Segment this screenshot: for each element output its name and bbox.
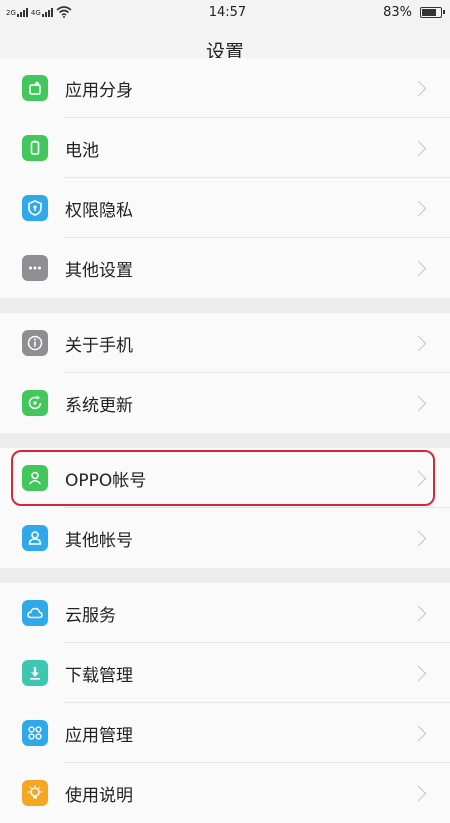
settings-item-bulb[interactable]: 使用说明 — [0, 763, 450, 823]
highlight-box — [11, 450, 435, 506]
chevron-right-icon — [410, 80, 427, 96]
signal-bars-icon — [41, 7, 53, 17]
chevron-right-icon — [410, 395, 427, 411]
signal-bars-icon — [16, 7, 28, 17]
settings-item-label: 关于手机 — [65, 335, 133, 356]
settings-item-label: 其他帐号 — [65, 530, 133, 551]
app-clone-icon — [22, 75, 48, 101]
battery-status: 83% — [383, 4, 445, 20]
settings-item-download[interactable]: 下载管理 — [0, 643, 450, 703]
settings-item-battery[interactable]: 电池 — [0, 118, 450, 178]
settings-item-more-dots[interactable]: 其他设置 — [0, 238, 450, 298]
settings-item-update[interactable]: 系统更新 — [0, 373, 450, 433]
cloud-icon — [22, 600, 48, 626]
network-2g-label: 2G — [6, 9, 16, 17]
chevron-right-icon — [410, 605, 427, 621]
settings-item-label: 应用管理 — [65, 725, 133, 746]
bulb-icon — [22, 780, 48, 806]
settings-item-label: 系统更新 — [65, 395, 133, 416]
settings-item-label: 电池 — [65, 140, 99, 161]
clock: 14:57 — [208, 4, 247, 20]
section-separator — [0, 433, 450, 448]
chevron-right-icon — [410, 140, 427, 156]
settings-item-label: 使用说明 — [65, 785, 133, 806]
network-4g: 4G — [31, 7, 53, 17]
more-dots-icon — [22, 255, 48, 281]
network-4g-label: 4G — [30, 9, 41, 17]
section-separator — [0, 298, 450, 313]
wifi-icon — [56, 6, 72, 18]
settings-item-label: 权限隐私 — [65, 200, 133, 221]
settings-item-shield[interactable]: 权限隐私 — [0, 178, 450, 238]
apps-grid-icon — [22, 720, 48, 746]
battery-icon — [420, 6, 445, 18]
user-outline-icon — [22, 525, 48, 551]
chevron-right-icon — [410, 725, 427, 741]
chevron-right-icon — [410, 260, 427, 276]
settings-item-label: 云服务 — [65, 605, 116, 626]
signal-indicators: 2G 4G — [6, 6, 72, 18]
update-icon — [22, 390, 48, 416]
status-bar: 2G 4G 14:57 83% — [0, 0, 450, 24]
settings-item-user-outline[interactable]: 其他帐号 — [0, 508, 450, 568]
battery-percent: 83% — [383, 4, 412, 20]
section-separator — [0, 568, 450, 583]
settings-item-label: 其他设置 — [65, 260, 133, 281]
chevron-right-icon — [410, 665, 427, 681]
settings-item-apps-grid[interactable]: 应用管理 — [0, 703, 450, 763]
battery-icon — [22, 135, 48, 161]
settings-list: 应用分身 电池 权限隐私 其他设置 关于手机 系统更新 OPPO帐号 其他帐号 云服务 下载管理应… — [0, 58, 450, 823]
info-icon — [22, 330, 48, 356]
settings-item-app-clone[interactable]: 应用分身 — [0, 58, 450, 118]
chevron-right-icon — [410, 200, 427, 216]
chevron-right-icon — [410, 530, 427, 546]
settings-item-label: 应用分身 — [65, 80, 133, 101]
chevron-right-icon — [410, 335, 427, 351]
settings-item-info[interactable]: 关于手机 — [0, 313, 450, 373]
chevron-right-icon — [410, 785, 427, 801]
settings-item-cloud[interactable]: 云服务 — [0, 583, 450, 643]
network-2g: 2G — [6, 7, 28, 17]
settings-item-label: 下载管理 — [65, 665, 133, 686]
shield-icon — [22, 195, 48, 221]
download-icon — [22, 660, 48, 686]
